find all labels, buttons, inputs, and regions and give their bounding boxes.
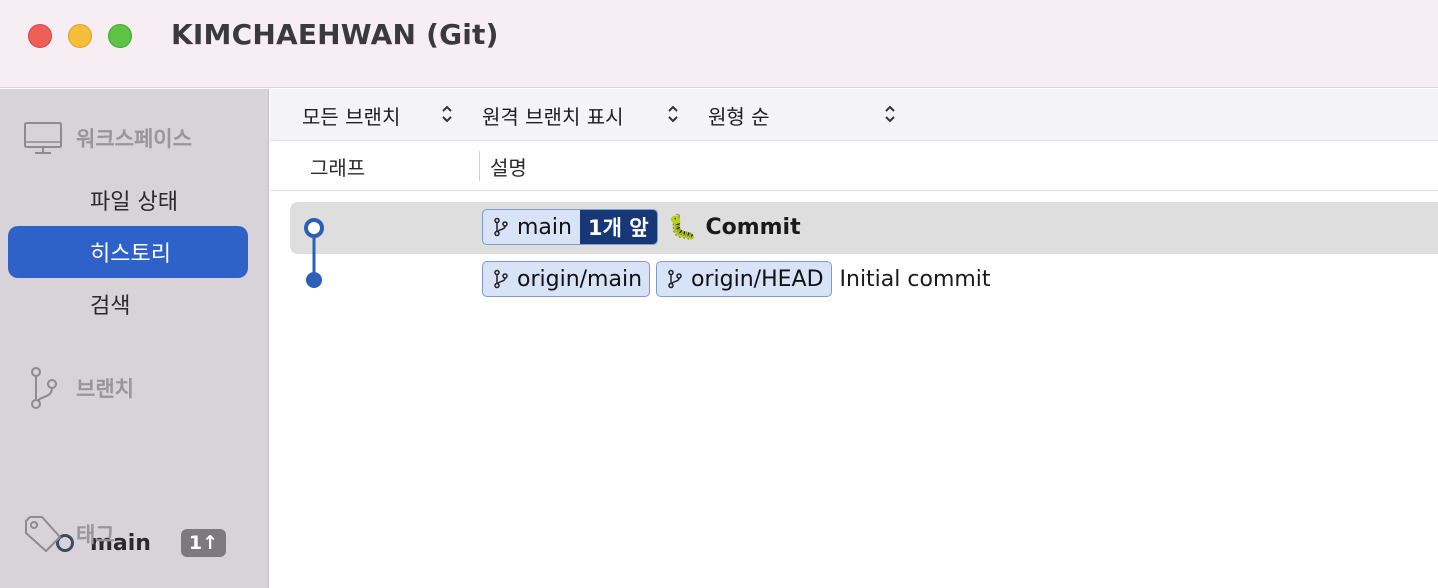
sidebar-item-file-status[interactable]: 파일 상태 bbox=[8, 174, 248, 226]
column-divider[interactable] bbox=[479, 151, 480, 181]
branch-ref-name: main bbox=[517, 214, 572, 240]
window-title: KIMCHAEHWAN (Git) bbox=[171, 18, 499, 51]
sort-order-value: 원형 순 bbox=[708, 104, 770, 129]
commit-list: main 1개 앞 🐛 Commit origin/main origin/HE… bbox=[270, 202, 1438, 312]
updown-chevron-icon bbox=[668, 105, 678, 123]
bug-emoji-icon: 🐛 bbox=[667, 213, 698, 241]
remote-ref-tag[interactable]: origin/main bbox=[482, 261, 651, 297]
commit-row[interactable]: origin/main origin/HEAD Initial commit bbox=[290, 254, 1438, 306]
commit-message: Initial commit bbox=[839, 266, 991, 292]
maximize-window-button[interactable] bbox=[108, 24, 132, 48]
sidebar-item-label: 히스토리 bbox=[90, 242, 171, 267]
close-window-button[interactable] bbox=[28, 24, 52, 48]
branch-filter-select[interactable]: 모든 브랜치 bbox=[302, 97, 454, 133]
remote-filter-value: 원격 브랜치 표시 bbox=[482, 104, 624, 129]
sidebar-item-history[interactable]: 히스토리 bbox=[8, 226, 248, 278]
column-header-graph[interactable]: 그래프 bbox=[310, 152, 365, 181]
branch-icon bbox=[494, 269, 508, 289]
commit-description: main 1개 앞 🐛 Commit bbox=[482, 208, 801, 246]
commit-description: origin/main origin/HEAD Initial commit bbox=[482, 260, 991, 298]
minimize-window-button[interactable] bbox=[68, 24, 92, 48]
tag-icon bbox=[22, 513, 64, 555]
sidebar-item-label: 파일 상태 bbox=[90, 190, 178, 215]
remote-ref-tag[interactable]: origin/HEAD bbox=[656, 261, 832, 297]
branch-icon bbox=[22, 367, 64, 409]
commit-message: Commit bbox=[705, 214, 801, 240]
monitor-icon bbox=[22, 117, 64, 159]
ref-name: origin/main bbox=[517, 266, 643, 292]
sidebar: 워크스페이스 파일 상태 히스토리 검색 브랜치 main 1↑ 태그 bbox=[0, 89, 269, 588]
commit-graph bbox=[304, 218, 324, 288]
ahead-indicator: 1개 앞 bbox=[579, 210, 657, 244]
branches-section-header[interactable]: 브랜치 bbox=[22, 367, 134, 409]
updown-chevron-icon bbox=[442, 105, 452, 123]
graph-node bbox=[306, 272, 322, 288]
graph-node-head bbox=[304, 218, 324, 238]
title-bar: KIMCHAEHWAN (Git) bbox=[0, 0, 1438, 88]
column-header-description[interactable]: 설명 bbox=[490, 152, 527, 181]
sidebar-item-search[interactable]: 검색 bbox=[8, 278, 248, 330]
ref-name: origin/HEAD bbox=[691, 266, 824, 292]
ahead-count-badge: 1↑ bbox=[180, 529, 226, 557]
branch-filter-value: 모든 브랜치 bbox=[302, 104, 401, 129]
sidebar-item-label: 검색 bbox=[90, 294, 131, 319]
commit-list-header: 그래프 설명 bbox=[270, 141, 1438, 191]
remote-branch-filter-select[interactable]: 원격 브랜치 표시 bbox=[482, 97, 682, 133]
updown-chevron-icon bbox=[885, 105, 895, 123]
sort-order-select[interactable]: 원형 순 bbox=[708, 97, 898, 133]
branch-ref-tag[interactable]: main 1개 앞 bbox=[482, 209, 658, 245]
history-toolbar: 모든 브랜치 원격 브랜치 표시 원형 순 bbox=[270, 89, 1438, 141]
branch-icon bbox=[668, 269, 682, 289]
branch-icon bbox=[494, 217, 508, 237]
history-panel: 모든 브랜치 원격 브랜치 표시 원형 순 그래프 설명 main 1개 앞 🐛… bbox=[270, 89, 1438, 588]
tags-label: 태그 bbox=[76, 523, 115, 547]
branches-label: 브랜치 bbox=[76, 377, 134, 401]
workspace-section-header: 워크스페이스 bbox=[22, 117, 192, 159]
workspace-label: 워크스페이스 bbox=[76, 127, 192, 151]
commit-row[interactable]: main 1개 앞 🐛 Commit bbox=[290, 202, 1438, 254]
tags-section-header[interactable]: 태그 bbox=[22, 513, 115, 555]
